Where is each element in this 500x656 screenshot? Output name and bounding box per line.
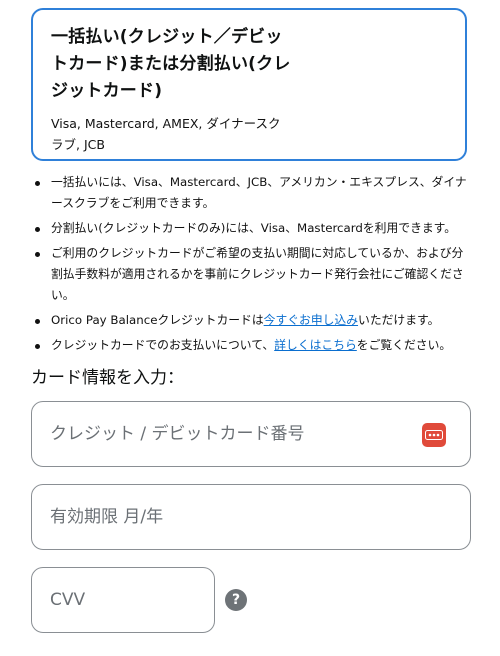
note-item: Orico Pay Balanceクレジットカードは今すぐお申し込みいただけます… xyxy=(31,310,471,331)
password-manager-icon[interactable] xyxy=(422,423,446,447)
note-text: ご利用のクレジットカードがご希望の支払い期間に対応しているか、および分割払手数料… xyxy=(51,246,464,302)
note-item: 一括払いには、Visa、Mastercard、JCB、アメリカン・エキスプレス、… xyxy=(31,172,471,214)
note-item: クレジットカードでのお支払いについて、詳しくはこちらをご覧ください。 xyxy=(31,335,471,356)
help-icon[interactable]: ? xyxy=(225,589,247,611)
expiry-field[interactable] xyxy=(31,484,471,550)
payment-notes-list: 一括払いには、Visa、Mastercard、JCB、アメリカン・エキスプレス、… xyxy=(31,172,471,360)
note-text: クレジットカードでのお支払いについて、 xyxy=(51,338,275,352)
note-text: 分割払い(クレジットカードのみ)には、Visa、Mastercardを利用できま… xyxy=(51,221,457,235)
card-number-field[interactable] xyxy=(31,401,471,467)
payment-option-title: 一括払い(クレジット／デビットカード)または分割払い(クレジットカード) xyxy=(51,27,291,101)
payment-option-card[interactable]: 一括払い(クレジット／デビットカード)または分割払い(クレジットカード) Vis… xyxy=(31,8,467,161)
card-info-heading: カード情報を入力： xyxy=(31,368,184,388)
note-item: 分割払い(クレジットカードのみ)には、Visa、Mastercardを利用できま… xyxy=(31,218,471,239)
note-text: Orico Pay Balanceクレジットカードは xyxy=(51,313,264,327)
cvv-input[interactable] xyxy=(50,590,200,610)
expiry-input[interactable] xyxy=(50,507,390,527)
note-text: 一括払いには、Visa、Mastercard、JCB、アメリカン・エキスプレス、… xyxy=(51,175,467,210)
payment-option-brands: Visa, Mastercard, AMEX, ダイナースクラブ, JCB xyxy=(51,116,281,152)
note-text: いただけます。 xyxy=(358,313,440,327)
cvv-field[interactable] xyxy=(31,567,215,633)
apply-now-link[interactable]: 今すぐお申し込み xyxy=(264,313,358,327)
note-text: をご覧ください。 xyxy=(356,338,452,352)
details-link[interactable]: 詳しくはこちら xyxy=(274,338,357,352)
note-item: ご利用のクレジットカードがご希望の支払い期間に対応しているか、および分割払手数料… xyxy=(31,243,471,306)
card-number-input[interactable] xyxy=(50,424,390,444)
